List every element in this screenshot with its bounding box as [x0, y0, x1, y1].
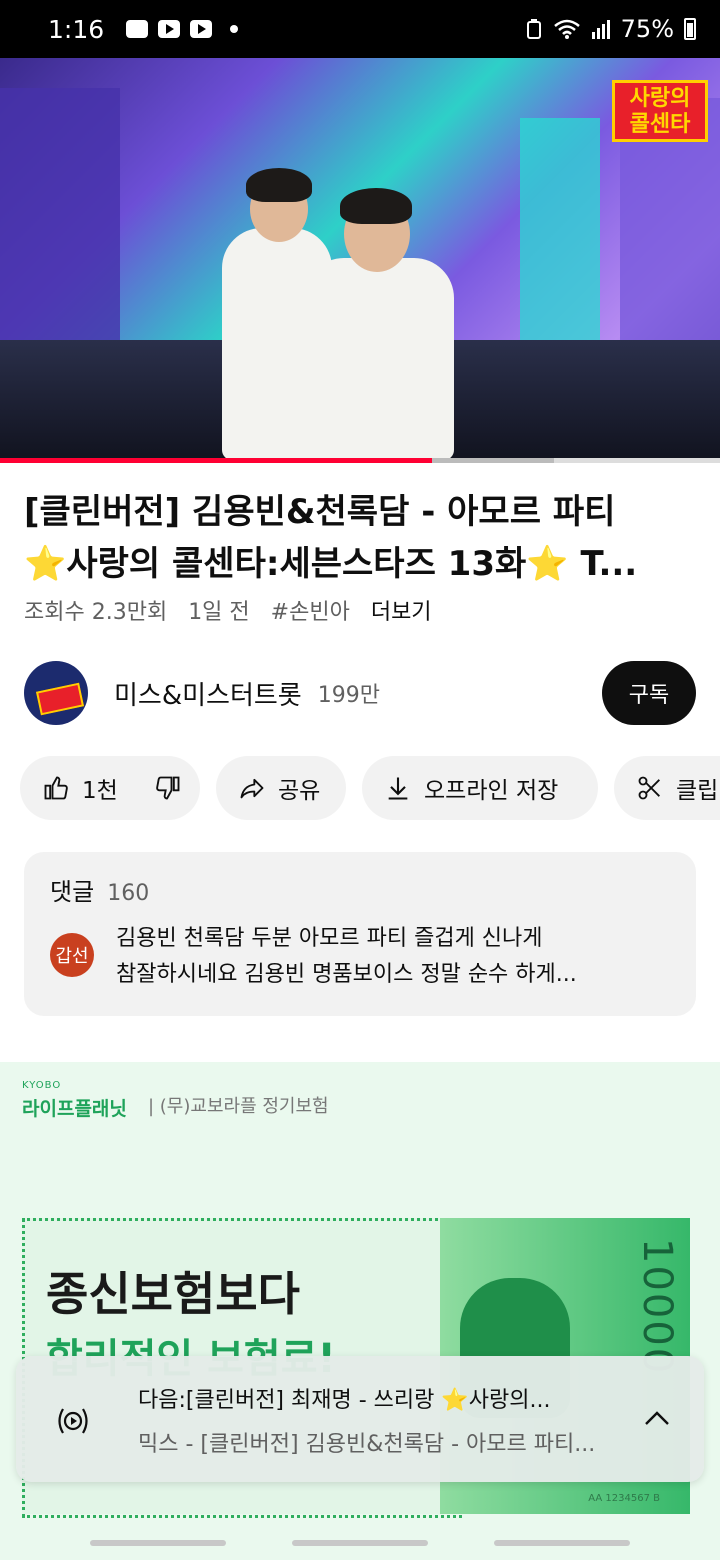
video-player[interactable]: 사랑의 콜센타	[0, 58, 720, 460]
performer	[304, 258, 454, 460]
comments-title: 댓글	[50, 878, 95, 906]
ad-subtitle: | (무)교보라플 정기보험	[148, 1096, 329, 1117]
clip-label: 클립	[676, 778, 719, 804]
video-meta[interactable]: 조회수 2.3만회 1일 전 #손빈아 더보기	[24, 594, 446, 626]
view-count: 조회수 2.3만회	[24, 600, 168, 625]
channel-row[interactable]: 미스&미스터트롯 199만 구독	[24, 660, 696, 726]
youtube-icon	[158, 20, 181, 38]
like-count[interactable]: 1천	[82, 771, 118, 805]
up-next-title[interactable]: 다음:[클린버전] 최재명 - 쓰리랑 ⭐사랑의...	[138, 1382, 608, 1414]
download-button[interactable]: 오프라인 저장	[362, 756, 598, 820]
played-bar	[0, 458, 432, 463]
chevron-up-icon[interactable]	[642, 1404, 672, 1434]
show-logo-badge: 사랑의 콜센타	[612, 80, 708, 142]
ad-brand-small: KYOBO	[22, 1080, 62, 1091]
autoplay-bar[interactable]: 다음:[클린버전] 최재명 - 쓰리랑 ⭐사랑의... 믹스 - [클린버전] …	[16, 1356, 704, 1482]
ad-brand: 라이프플래닛	[22, 1098, 127, 1120]
recycle-icon	[526, 19, 541, 39]
performer-hair	[340, 188, 412, 224]
top-comment[interactable]: 갑선 김용빈 천록담 두분 아모르 파티 즐겁게 신나게 참잘하시네요 김용빈 …	[50, 921, 670, 993]
badge-line2: 콜센타	[629, 112, 691, 137]
nav-handle[interactable]	[90, 1540, 226, 1546]
channel-avatar[interactable]	[24, 661, 88, 725]
comment-line: 김용빈 천록담 두분 아모르 파티 즐겁게 신나게	[116, 926, 543, 951]
upload-age: 1일 전	[188, 600, 250, 625]
channel-name[interactable]: 미스&미스터트롯	[114, 675, 302, 712]
like-dislike-pill: 1천	[20, 756, 200, 820]
autoplay-icon[interactable]	[54, 1402, 92, 1440]
subscriber-count: 199만	[317, 683, 380, 708]
download-label: 오프라인 저장	[424, 778, 559, 804]
commenter-avatar: 갑선	[50, 933, 94, 977]
comments-header: 댓글 160	[50, 872, 670, 907]
status-bar: 1:16 75%	[0, 0, 720, 58]
comments-panel[interactable]: 댓글 160 갑선 김용빈 천록담 두분 아모르 파티 즐겁게 신나게 참잘하시…	[24, 852, 696, 1016]
bill-number: 10000	[634, 1238, 680, 1376]
comment-text: 김용빈 천록담 두분 아모르 파티 즐겁게 신나게 참잘하시네요 김용빈 명품보…	[116, 921, 670, 993]
share-icon	[240, 778, 264, 799]
battery-percent: 75%	[620, 15, 674, 43]
comments-count: 160	[107, 881, 150, 906]
nav-handle[interactable]	[292, 1540, 428, 1546]
gallery-icon	[126, 20, 149, 38]
action-bar: 1천 공유 오프라인 저장 클립	[20, 756, 720, 820]
performer-hair	[246, 168, 312, 202]
video-progress-bar[interactable]	[0, 458, 720, 463]
comment-line: 참잘하시네요 김용빈 명품보이스 정말 순수 하게...	[116, 962, 577, 987]
ad-headline: 종신보험보다	[46, 1267, 300, 1321]
wifi-icon	[553, 19, 580, 39]
signal-icon	[591, 20, 610, 39]
status-time: 1:16	[48, 14, 105, 44]
thumbs-up-icon[interactable]	[42, 774, 70, 802]
battery-icon	[684, 18, 696, 40]
video-title[interactable]: [클린버전] 김용빈&천록담 - 아모르 파티 ⭐사랑의 콜센타:세븐스타즈 1…	[24, 486, 696, 590]
scissors-icon	[638, 776, 660, 800]
youtube-icon	[190, 20, 213, 38]
ad-banner[interactable]: KYOBO 라이프플래닛 | (무)교보라플 정기보험 10000 AA 123…	[0, 1062, 720, 1560]
share-label: 공유	[278, 778, 321, 804]
stage-screen	[520, 118, 600, 368]
bill-serial: AA 1234567 B	[588, 1493, 660, 1504]
subscribe-button[interactable]: 구독	[602, 661, 696, 725]
hashtag-link[interactable]: #손빈아	[271, 600, 350, 625]
thumbs-down-icon[interactable]	[154, 774, 182, 802]
badge-line1: 사랑의	[629, 86, 691, 111]
gesture-nav-bar	[0, 1528, 720, 1560]
nav-handle[interactable]	[494, 1540, 630, 1546]
dot-icon	[230, 25, 239, 33]
share-button[interactable]: 공유	[216, 756, 346, 820]
video-title-line: [클린버전] 김용빈&천록담 - 아모르 파티	[24, 492, 616, 532]
download-icon	[388, 777, 408, 800]
video-title-line: ⭐사랑의 콜센타:세븐스타즈 13화⭐ T...	[24, 544, 638, 584]
clip-button[interactable]: 클립	[614, 756, 720, 820]
mix-title[interactable]: 믹스 - [클린버전] 김용빈&천록담 - 아모르 파티...	[138, 1426, 628, 1458]
system-status: 75%	[525, 15, 696, 43]
more-link[interactable]: 더보기	[371, 600, 432, 625]
